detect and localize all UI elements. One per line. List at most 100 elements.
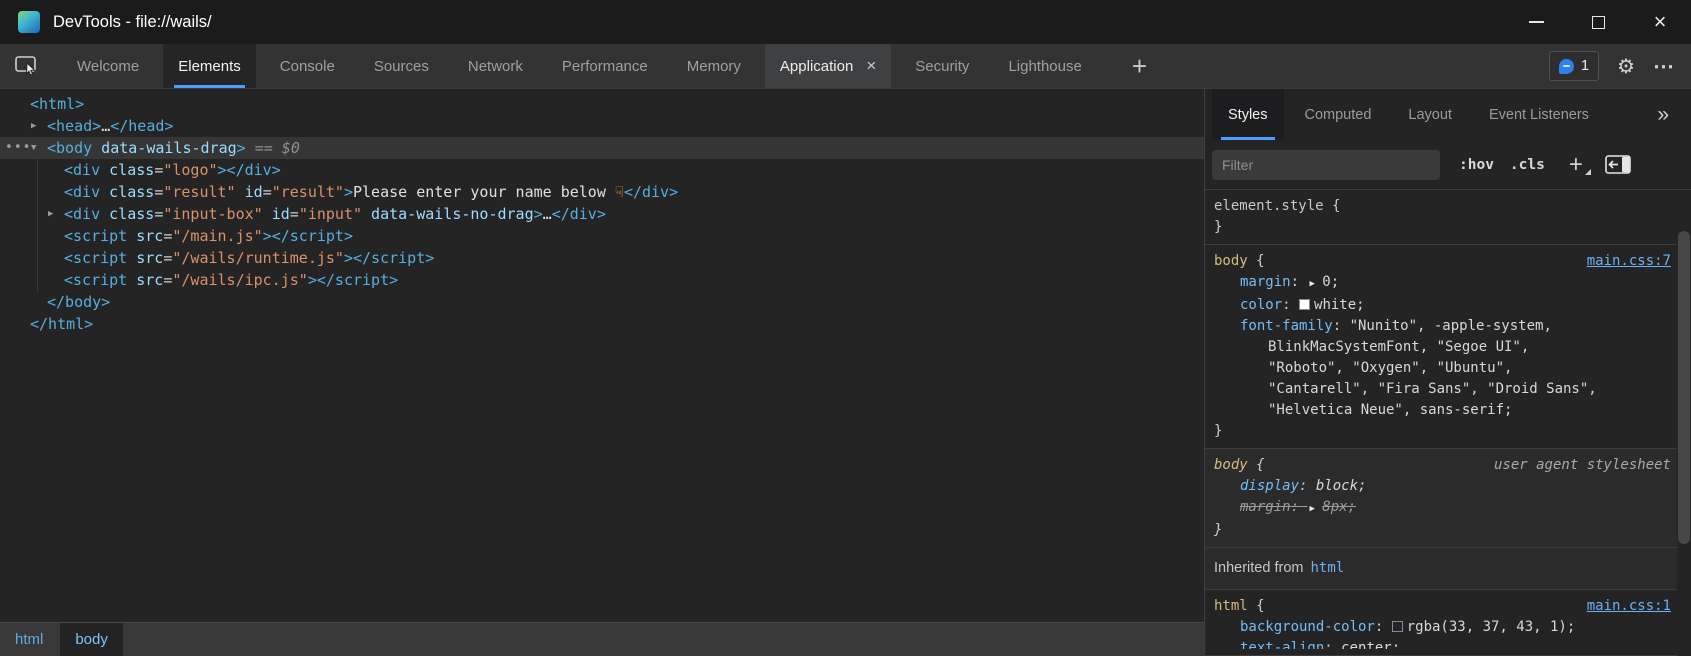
- tab-security[interactable]: Security: [900, 44, 984, 88]
- minimize-button[interactable]: [1505, 0, 1567, 44]
- css-property[interactable]: margin: ▶ 0;: [1214, 272, 1671, 295]
- tab-label: Application: [780, 58, 853, 75]
- css-property[interactable]: background-color: rgba(33, 37, 43, 1);: [1214, 617, 1671, 638]
- issues-counter[interactable]: 1: [1549, 51, 1599, 81]
- inherited-node-link[interactable]: html: [1310, 560, 1344, 576]
- customize-menu-icon[interactable]: ⋯: [1653, 54, 1675, 79]
- issues-bubble-icon: [1559, 59, 1574, 74]
- code-token-pun: =: [154, 205, 163, 223]
- sidebar-tab-event-listeners[interactable]: Event Listeners: [1473, 89, 1605, 140]
- expand-shorthand-arrow[interactable]: ▶: [1307, 504, 1322, 514]
- tree-row[interactable]: </body>: [0, 291, 1204, 313]
- code-token-tag: <body: [47, 139, 92, 157]
- code-token-tag: <script: [64, 227, 127, 245]
- scrollbar-thumb[interactable]: [1678, 231, 1690, 544]
- tab-label: Memory: [687, 58, 741, 75]
- code-token-attr: data-wails-drag: [92, 139, 237, 157]
- sidebar-tab-styles[interactable]: Styles: [1212, 89, 1284, 140]
- tree-row[interactable]: <script src="/main.js"></script>: [0, 225, 1204, 247]
- breadcrumb: htmlbody: [0, 622, 1204, 656]
- tree-row[interactable]: </html>: [0, 313, 1204, 335]
- code-token-tag: <script: [64, 249, 127, 267]
- tab-label: Network: [468, 58, 523, 75]
- crumb-body[interactable]: body: [60, 623, 123, 656]
- property-colon: :: [1291, 274, 1308, 290]
- styles-sidebar: StylesComputedLayoutEvent Listeners » :ho…: [1205, 89, 1691, 656]
- css-property[interactable]: margin: ▶ 8px;: [1214, 497, 1671, 520]
- sidebar-tab-computed[interactable]: Computed: [1289, 89, 1388, 140]
- close-button[interactable]: ×: [1629, 0, 1691, 44]
- property-colon: :: [1324, 640, 1341, 649]
- stylesheet-link[interactable]: main.css:1: [1587, 596, 1671, 617]
- tree-row[interactable]: <div class="logo"></div>: [0, 159, 1204, 181]
- expand-arrow[interactable]: ▶: [31, 115, 36, 137]
- tree-row[interactable]: <script src="/wails/ipc.js"></script>: [0, 269, 1204, 291]
- maximize-button[interactable]: [1567, 0, 1629, 44]
- tab-console[interactable]: Console: [265, 44, 350, 88]
- tab-memory[interactable]: Memory: [672, 44, 756, 88]
- property-colon: :: [1291, 499, 1308, 515]
- sidebar-tab-layout[interactable]: Layout: [1392, 89, 1468, 140]
- style-rule: body {user agent stylesheetdisplay: bloc…: [1205, 449, 1677, 548]
- crumb-html[interactable]: html: [0, 623, 58, 656]
- class-toggle[interactable]: .cls: [1510, 157, 1545, 173]
- css-property[interactable]: font-family: "Nunito", -apple-system,: [1214, 316, 1671, 337]
- close-brace: }: [1214, 217, 1671, 238]
- code-token-tag: </div>: [624, 183, 678, 201]
- color-swatch[interactable]: [1299, 299, 1310, 310]
- tree-row[interactable]: •••▼<body data-wails-drag> == $0: [0, 137, 1204, 159]
- style-filter-input[interactable]: [1212, 150, 1440, 180]
- property-value: white;: [1314, 297, 1365, 313]
- style-rules: element.style {}body {main.css:7margin: …: [1205, 190, 1677, 656]
- code-token-tag: </html>: [30, 315, 93, 333]
- tab-sources[interactable]: Sources: [359, 44, 444, 88]
- tab-performance[interactable]: Performance: [547, 44, 663, 88]
- rule-selector-line: body {user agent stylesheet: [1214, 455, 1671, 476]
- tab-application[interactable]: Application ×: [765, 44, 891, 88]
- expand-arrow[interactable]: ▼: [31, 137, 36, 159]
- close-tab-icon[interactable]: ×: [866, 56, 876, 76]
- settings-gear-icon[interactable]: ⚙: [1617, 54, 1635, 78]
- more-panels-icon[interactable]: »: [1657, 89, 1669, 140]
- code-token-pun: =: [263, 183, 272, 201]
- rule-selector[interactable]: body: [1214, 251, 1248, 272]
- property-name: display: [1240, 478, 1299, 494]
- tab-elements[interactable]: Elements: [163, 44, 256, 88]
- tree-row[interactable]: <script src="/wails/runtime.js"></script…: [0, 247, 1204, 269]
- pseudo-state-toggle[interactable]: :hov: [1459, 157, 1494, 173]
- computed-sidebar-toggle[interactable]: [1605, 155, 1631, 174]
- more-tabs-button[interactable]: +: [1120, 44, 1159, 88]
- css-property[interactable]: text-align: center;: [1214, 638, 1671, 649]
- new-style-rule-button[interactable]: +: [1569, 155, 1583, 175]
- code-token-hint: == $0: [246, 139, 300, 157]
- rule-selector[interactable]: element.style: [1214, 196, 1324, 217]
- code-token-val: "/wails/ipc.js": [172, 271, 307, 289]
- style-rule: element.style {}: [1205, 190, 1677, 245]
- tab-network[interactable]: Network: [453, 44, 538, 88]
- tree-row[interactable]: <html>: [0, 93, 1204, 115]
- rule-selector[interactable]: html: [1214, 596, 1248, 617]
- property-name: background-color: [1240, 619, 1375, 635]
- tree-row[interactable]: <div class="result" id="result">Please e…: [0, 181, 1204, 203]
- code-token-attr: class: [100, 161, 154, 179]
- window-title: DevTools - file://wails/: [53, 13, 212, 32]
- expand-arrow[interactable]: ▶: [48, 203, 53, 225]
- tree-row[interactable]: ▶<div class="input-box" id="input" data-…: [0, 203, 1204, 225]
- tab-lighthouse[interactable]: Lighthouse: [993, 44, 1096, 88]
- open-brace: {: [1324, 196, 1341, 217]
- inspect-element-button[interactable]: [0, 44, 54, 88]
- open-brace: {: [1248, 596, 1265, 617]
- expand-shorthand-arrow[interactable]: ▶: [1307, 279, 1322, 289]
- stylesheet-link[interactable]: main.css:7: [1587, 251, 1671, 272]
- rule-selector-line: element.style {: [1214, 196, 1671, 217]
- css-property[interactable]: color: white;: [1214, 295, 1671, 316]
- property-value: center;: [1341, 640, 1400, 649]
- tree-row[interactable]: ▶<head>…</head>: [0, 115, 1204, 137]
- tab-welcome[interactable]: Welcome: [62, 44, 154, 88]
- color-swatch[interactable]: [1392, 621, 1403, 632]
- rule-selector[interactable]: body: [1214, 455, 1248, 476]
- inherited-from-header: Inherited fromhtml: [1205, 548, 1677, 590]
- style-rule: body {main.css:7margin: ▶ 0;color: white…: [1205, 245, 1677, 449]
- code-token-val: "result": [272, 183, 344, 201]
- css-property[interactable]: display: block;: [1214, 476, 1671, 497]
